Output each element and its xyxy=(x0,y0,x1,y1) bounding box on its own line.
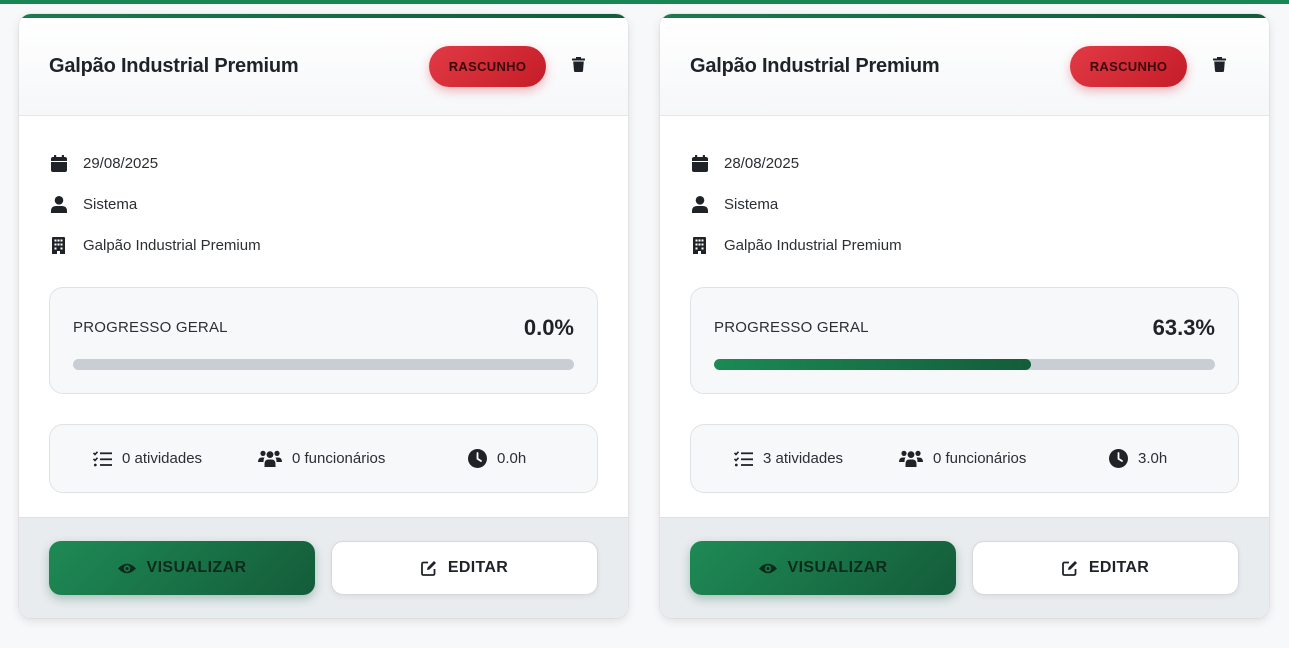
project-user: Sistema xyxy=(724,196,779,213)
progress-panel: PROGRESSO GERAL 63.3% xyxy=(690,287,1239,394)
card-header: Galpão Industrial Premium RASCUNHO xyxy=(19,18,628,116)
delete-button[interactable] xyxy=(1199,47,1239,87)
users-icon xyxy=(258,450,282,467)
meta-user: Sistema xyxy=(49,184,598,225)
progress-label: PROGRESSO GERAL xyxy=(714,319,869,336)
card-header: Galpão Industrial Premium RASCUNHO xyxy=(660,18,1269,116)
stat-hours: 3.0h xyxy=(1109,425,1167,492)
hours-total: 0.0h xyxy=(497,450,527,467)
stat-employees: 0 funcionários xyxy=(258,425,385,492)
meta-list: 28/08/2025 Sistema Galpão Industrial Pre… xyxy=(690,143,1239,266)
employees-count: 0 funcionários xyxy=(933,450,1027,467)
progress-label: PROGRESSO GERAL xyxy=(73,319,228,336)
activities-count: 3 atividades xyxy=(763,450,844,467)
building-icon xyxy=(49,236,68,255)
edit-icon xyxy=(1062,560,1078,576)
project-user: Sistema xyxy=(83,196,138,213)
building-icon xyxy=(690,236,709,255)
user-icon xyxy=(690,195,709,214)
card-title: Galpão Industrial Premium xyxy=(49,55,299,77)
project-building: Galpão Industrial Premium xyxy=(83,237,261,254)
progress-fill xyxy=(714,359,1032,370)
edit-button-label: EDITAR xyxy=(447,559,509,576)
users-icon xyxy=(899,450,923,467)
checklist-icon xyxy=(93,450,112,467)
meta-date: 29/08/2025 xyxy=(49,143,598,184)
status-badge: RASCUNHO xyxy=(1070,46,1187,87)
project-card: Galpão Industrial Premium RASCUNHO 28/08… xyxy=(660,14,1269,618)
project-building: Galpão Industrial Premium xyxy=(724,237,902,254)
meta-date: 28/08/2025 xyxy=(690,143,1239,184)
meta-list: 29/08/2025 Sistema Galpão Industrial Pre… xyxy=(49,143,598,266)
top-accent-bar xyxy=(0,0,1289,4)
card-body: 29/08/2025 Sistema Galpão Industrial Pre… xyxy=(19,116,628,493)
progress-track xyxy=(714,359,1215,370)
progress-value: 63.3% xyxy=(1152,315,1215,340)
meta-building: Galpão Industrial Premium xyxy=(49,225,598,266)
stat-employees: 0 funcionários xyxy=(899,425,1026,492)
calendar-icon xyxy=(49,154,68,173)
progress-value: 0.0% xyxy=(523,315,574,340)
project-card: Galpão Industrial Premium RASCUNHO 29/08… xyxy=(19,14,628,618)
activities-count: 0 atividades xyxy=(122,450,203,467)
trash-icon xyxy=(571,56,585,77)
user-icon xyxy=(49,195,68,214)
stat-hours: 0.0h xyxy=(468,425,526,492)
delete-button[interactable] xyxy=(558,47,598,87)
status-badge: RASCUNHO xyxy=(429,46,546,87)
progress-panel: PROGRESSO GERAL 0.0% xyxy=(49,287,598,394)
project-date: 28/08/2025 xyxy=(724,155,800,172)
checklist-icon xyxy=(734,450,753,467)
view-button[interactable]: VISUALIZAR xyxy=(690,541,956,595)
card-footer: VISUALIZAR EDITAR xyxy=(19,517,628,618)
edit-button[interactable]: EDITAR xyxy=(331,541,598,595)
card-body: 28/08/2025 Sistema Galpão Industrial Pre… xyxy=(660,116,1269,493)
meta-building: Galpão Industrial Premium xyxy=(690,225,1239,266)
progress-track xyxy=(73,359,574,370)
view-button-label: VISUALIZAR xyxy=(787,559,888,576)
trash-icon xyxy=(1212,56,1226,77)
stat-activities: 0 atividades xyxy=(93,425,202,492)
stat-activities: 3 atividades xyxy=(734,425,843,492)
eye-icon xyxy=(117,562,136,575)
stats-panel: 0 atividades 0 funcionários 0.0h xyxy=(49,424,598,493)
clock-icon xyxy=(1109,449,1128,468)
calendar-icon xyxy=(690,154,709,173)
edit-button[interactable]: EDITAR xyxy=(972,541,1239,595)
view-button[interactable]: VISUALIZAR xyxy=(49,541,315,595)
card-footer: VISUALIZAR EDITAR xyxy=(660,517,1269,618)
project-date: 29/08/2025 xyxy=(83,155,159,172)
card-title: Galpão Industrial Premium xyxy=(690,55,940,77)
edit-button-label: EDITAR xyxy=(1088,559,1150,576)
stats-panel: 3 atividades 0 funcionários 3.0h xyxy=(690,424,1239,493)
employees-count: 0 funcionários xyxy=(292,450,386,467)
view-button-label: VISUALIZAR xyxy=(146,559,247,576)
hours-total: 3.0h xyxy=(1138,450,1168,467)
meta-user: Sistema xyxy=(690,184,1239,225)
eye-icon xyxy=(758,562,777,575)
edit-icon xyxy=(421,560,437,576)
clock-icon xyxy=(468,449,487,468)
